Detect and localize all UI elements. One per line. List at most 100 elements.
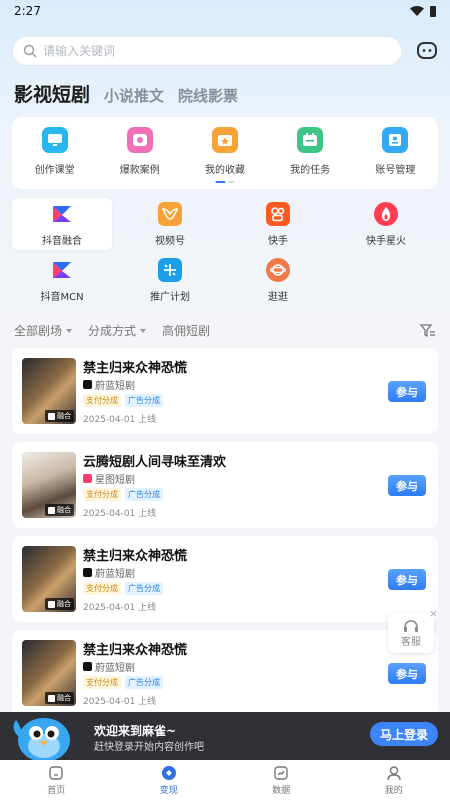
- drama-poster: 融合: [22, 452, 76, 518]
- drama-badges: 支付分成 广告分成: [83, 394, 163, 407]
- message-icon[interactable]: [416, 40, 438, 62]
- join-button[interactable]: 参与: [388, 569, 426, 590]
- nav-label: 首页: [47, 785, 66, 796]
- platform-label: 抖音MCN: [40, 291, 84, 303]
- filter-split-mode-dropdown[interactable]: 分成方式: [88, 322, 147, 339]
- customer-service-button[interactable]: × 客服: [388, 607, 438, 653]
- bottom-nav: 首页 变现 数据 我的: [0, 760, 450, 800]
- tab-novel-promo[interactable]: 小说推文: [104, 85, 164, 106]
- folder-star-icon: [211, 127, 238, 153]
- feature-account-management[interactable]: 账号管理: [355, 127, 435, 189]
- calendar-icon: [297, 127, 324, 153]
- sparrow-mascot-icon: [13, 718, 70, 762]
- platform-douyin-mcn[interactable]: 抖音MCN: [12, 254, 112, 306]
- platform-promotion-plan[interactable]: 推广计划: [120, 254, 220, 306]
- platform-channels[interactable]: 视频号: [120, 198, 220, 250]
- filter-row: 全部剧场 分成方式 高佣短剧: [14, 322, 436, 339]
- poster-tag: 融合: [45, 692, 74, 704]
- promotion-plan-icon: [158, 257, 182, 282]
- drama-producer: 星图短剧: [83, 471, 135, 486]
- feature-creative-class[interactable]: 创作课堂: [15, 127, 95, 189]
- platform-douyin-fusion[interactable]: 抖音融合: [12, 198, 112, 250]
- feature-my-tasks[interactable]: 我的任务: [270, 127, 350, 189]
- monetize-icon: [161, 765, 176, 780]
- filter-high-commission-label: 高佣短剧: [162, 324, 211, 338]
- platform-kuaishou[interactable]: 快手: [228, 198, 328, 250]
- pay-share-badge: 支付分成: [83, 676, 121, 689]
- search-input[interactable]: [43, 44, 373, 58]
- douyin-icon: [48, 694, 55, 702]
- drama-card[interactable]: 融合 禁主归来众神恐慌 蔚蓝短剧 支付分成 广告分成 2025-04-01 上线…: [12, 536, 438, 622]
- pay-share-badge: 支付分成: [83, 488, 121, 501]
- tab-cinema-tickets[interactable]: 院线影票: [178, 85, 238, 106]
- drama-badges: 支付分成 广告分成: [83, 676, 163, 689]
- home-icon: [49, 765, 63, 780]
- douyin-icon: [48, 600, 55, 608]
- platform-label: 快手: [268, 235, 288, 247]
- feature-label: 我的任务: [290, 165, 331, 176]
- drama-card[interactable]: 融合 禁主归来众神恐慌 蔚蓝短剧 支付分成 广告分成 2025-04-01 上线…: [12, 630, 438, 716]
- douyin-icon: [48, 506, 55, 514]
- join-button[interactable]: 参与: [388, 475, 426, 496]
- pay-share-badge: 支付分成: [83, 394, 121, 407]
- search-icon: [23, 44, 37, 58]
- nav-monetize[interactable]: 变现: [139, 765, 199, 796]
- drama-date: 2025-04-01 上线: [83, 697, 157, 707]
- drama-title: 禁主归来众神恐慌: [83, 643, 188, 658]
- ad-share-badge: 广告分成: [125, 582, 163, 595]
- douyin-mcn-icon: [50, 258, 74, 282]
- platform-label: 视频号: [155, 235, 185, 247]
- nav-label: 我的: [384, 785, 403, 796]
- status-bar: 2:27: [0, 0, 450, 22]
- profile-icon: [387, 765, 401, 780]
- poster-tag: 融合: [45, 410, 74, 422]
- feature-card: 创作课堂 爆款案例 我的收藏 我的任务 账号管理: [12, 117, 438, 189]
- banner-subtitle: 赶快登录开始内容创作吧: [94, 742, 204, 753]
- platform-label: 推广计划: [150, 291, 190, 303]
- page-indicator: [215, 181, 235, 183]
- platform-kuaishou-spark[interactable]: 快手星火: [336, 198, 436, 250]
- filter-icon[interactable]: [420, 323, 436, 338]
- join-button[interactable]: 参与: [388, 381, 426, 402]
- producer-logo-icon: [83, 474, 92, 483]
- drama-producer: 蔚蓝短剧: [83, 659, 135, 674]
- tab-film-drama[interactable]: 影视短剧: [14, 80, 90, 107]
- filter-theater-dropdown[interactable]: 全部剧场: [14, 322, 73, 339]
- feature-hit-cases[interactable]: 爆款案例: [100, 127, 180, 189]
- drama-badges: 支付分成 广告分成: [83, 582, 163, 595]
- feature-my-favorites[interactable]: 我的收藏: [185, 127, 265, 189]
- customer-service-label: 客服: [401, 636, 421, 648]
- drama-card[interactable]: 融合 云腾短剧人间寻味至清欢 星图短剧 支付分成 广告分成 2025-04-01…: [12, 442, 438, 528]
- channels-icon: [158, 201, 182, 226]
- drama-poster: 融合: [22, 640, 76, 706]
- nav-home[interactable]: 首页: [26, 765, 86, 796]
- platform-browse[interactable]: 逛逛: [228, 254, 328, 306]
- join-button[interactable]: 参与: [388, 663, 426, 684]
- feature-label: 我的收藏: [204, 165, 245, 176]
- platform-grid: 抖音融合 视频号 快手 快手星火 抖音MCN 推广计划 逛逛: [12, 198, 438, 306]
- kuaishou-spark-icon: [374, 201, 398, 226]
- ad-share-badge: 广告分成: [125, 676, 163, 689]
- status-time: 2:27: [14, 4, 41, 18]
- filter-high-commission[interactable]: 高佣短剧: [162, 322, 210, 339]
- wifi-icon: [410, 6, 424, 16]
- nav-data[interactable]: 数据: [251, 765, 311, 796]
- poster-tag: 融合: [45, 504, 74, 516]
- drama-list: 融合 禁主归来众神恐慌 蔚蓝短剧 支付分成 广告分成 2025-04-01 上线…: [12, 348, 438, 724]
- platform-label: 抖音融合: [42, 235, 82, 247]
- drama-card[interactable]: 融合 禁主归来众神恐慌 蔚蓝短剧 支付分成 广告分成 2025-04-01 上线…: [12, 348, 438, 434]
- battery-icon: [430, 5, 436, 17]
- headset-icon: [404, 619, 418, 632]
- monitor-icon: [41, 127, 68, 153]
- drama-producer: 蔚蓝短剧: [83, 565, 135, 580]
- nav-profile[interactable]: 我的: [364, 765, 424, 796]
- login-button[interactable]: 马上登录: [370, 722, 438, 746]
- platform-label: 快手星火: [366, 235, 406, 247]
- feature-label: 创作课堂: [34, 165, 75, 176]
- close-icon[interactable]: ×: [429, 607, 438, 620]
- search-box[interactable]: [12, 36, 402, 66]
- douyin-fusion-icon: [50, 202, 74, 226]
- kuaishou-icon: [266, 201, 290, 226]
- drama-poster: 融合: [22, 358, 76, 424]
- drama-title: 禁主归来众神恐慌: [83, 549, 188, 564]
